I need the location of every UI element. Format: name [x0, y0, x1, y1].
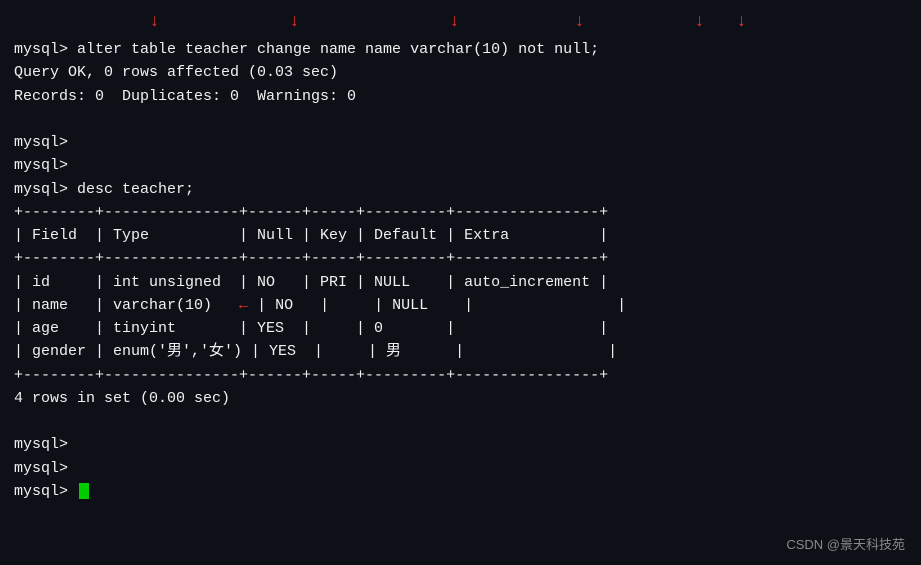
arrow-6: ↓ — [736, 12, 747, 32]
rows-count: 4 rows in set (0.00 sec) — [14, 387, 907, 410]
blank-line — [14, 410, 907, 433]
arrow-3: ↓ — [449, 12, 460, 32]
line-7: mysql> desc teacher; — [14, 178, 907, 201]
arrow-1: ↓ — [149, 12, 160, 32]
table-row-name: | name | varchar(10) ← | NO | | NULL | | — [14, 294, 907, 317]
inline-arrow: ← — [239, 297, 248, 314]
line-2: Query OK, 0 rows affected (0.03 sec) — [14, 61, 907, 84]
table-border-top: +--------+---------------+------+-----+-… — [14, 201, 907, 224]
arrow-4: ↓ — [574, 12, 585, 32]
arrow-5: ↓ — [694, 12, 705, 32]
table-border-header: +--------+---------------+------+-----+-… — [14, 247, 907, 270]
arrow-2: ↓ — [289, 12, 300, 32]
line-1: mysql> alter table teacher change name n… — [14, 38, 907, 61]
cursor — [79, 483, 89, 499]
table-row-age: | age | tinyint | YES | | 0 | | — [14, 317, 907, 340]
terminal: ↓ ↓ ↓ ↓ ↓ ↓ mysql> alter table teacher c… — [0, 0, 921, 565]
line-5: mysql> — [14, 131, 907, 154]
table-row-id: | id | int unsigned | NO | PRI | NULL | … — [14, 271, 907, 294]
prompt-2: mysql> — [14, 457, 907, 480]
prompt-active[interactable]: mysql> — [14, 480, 907, 503]
table-row-gender: | gender | enum('男','女') | YES | | 男 | | — [14, 340, 907, 363]
line-3: Records: 0 Duplicates: 0 Warnings: 0 — [14, 85, 907, 108]
arrows-container: ↓ ↓ ↓ ↓ ↓ ↓ — [14, 10, 907, 38]
watermark: CSDN @景天科技苑 — [786, 534, 905, 553]
table-header: | Field | Type | Null | Key | Default | … — [14, 224, 907, 247]
table-border-bottom: +--------+---------------+------+-----+-… — [14, 364, 907, 387]
line-4 — [14, 108, 907, 131]
prompt-1: mysql> — [14, 433, 907, 456]
line-6: mysql> — [14, 154, 907, 177]
